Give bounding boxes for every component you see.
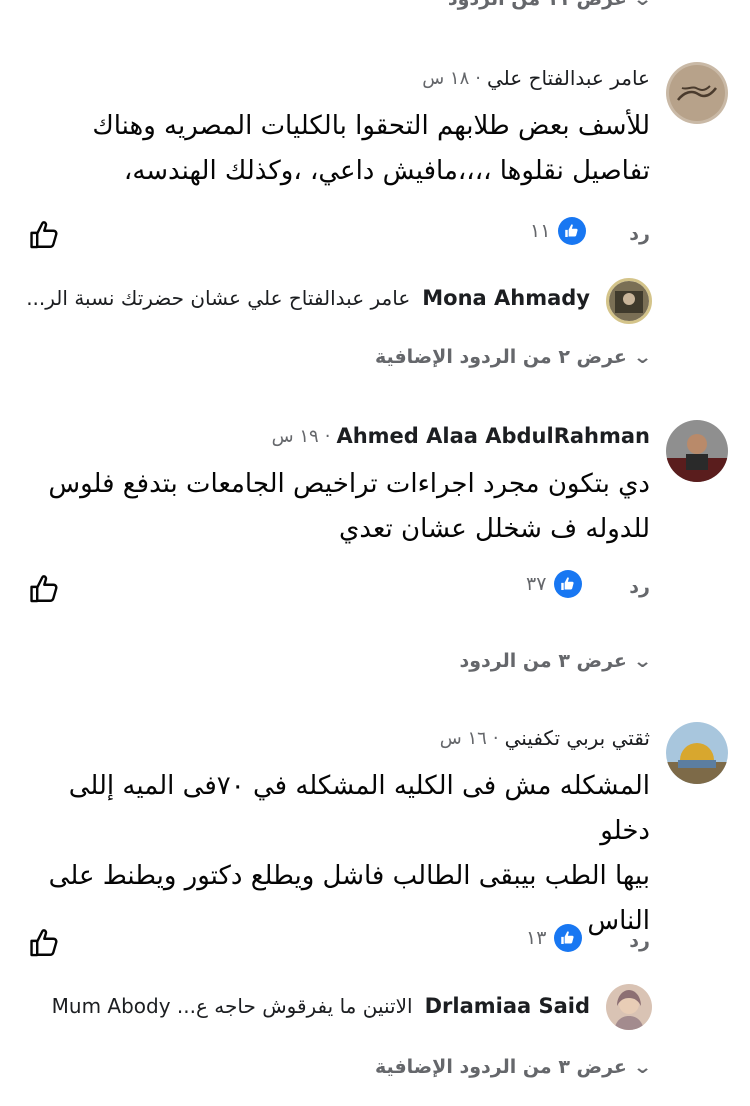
view-more-replies-top[interactable]: ⌄ عرض ١١ من الردود [448, 0, 653, 10]
chevron-down-icon: ⌄ [632, 1056, 653, 1078]
like-button[interactable] [28, 218, 62, 256]
chevron-down-icon: ⌄ [632, 650, 653, 672]
avatar[interactable] [606, 984, 652, 1030]
comment-author[interactable]: Ahmed Alaa AbdulRahman [336, 424, 650, 448]
chevron-down-icon: ⌄ [632, 346, 653, 368]
reply-button[interactable]: رد [629, 930, 650, 952]
avatar[interactable] [606, 278, 652, 324]
view-more-replies[interactable]: ⌄ عرض ٢ من الردود الإضافية [375, 346, 653, 368]
thumbs-up-icon [28, 572, 62, 606]
thumbs-up-icon [28, 926, 62, 960]
like-button[interactable] [28, 572, 62, 610]
avatar[interactable] [666, 62, 728, 124]
comment-text: المشكله مش فى الكليه المشكله في ٧٠فى الم… [48, 771, 650, 936]
reply-preview[interactable]: Mona Ahmady عامر عبدالفتاح علي عشان حضرت… [26, 286, 590, 310]
like-reaction-icon [554, 924, 583, 952]
separator-dot: · [324, 425, 331, 447]
reply-button[interactable]: رد [629, 576, 650, 598]
comment-header: ثقتي بربي تكفيني · ١٦ س [440, 726, 650, 750]
comment-header: Ahmed Alaa AbdulRahman · ١٩ س [272, 424, 650, 448]
comment-author[interactable]: عامر عبدالفتاح علي [487, 66, 650, 90]
comment-author[interactable]: ثقتي بربي تكفيني [505, 726, 650, 750]
reaction-summary[interactable]: ١١ [530, 217, 587, 245]
reply-button[interactable]: رد [629, 223, 650, 245]
view-more-replies[interactable]: ⌄ عرض ٣ من الردود [459, 650, 653, 672]
comment-time: ١٩ س [271, 425, 319, 447]
comment-text: للأسف بعض طلابهم التحقوا بالكليات المصري… [92, 111, 650, 186]
avatar[interactable] [666, 420, 728, 482]
comment-time: ١٦ س [439, 727, 487, 749]
separator-dot: · [475, 67, 481, 89]
reaction-summary[interactable]: ١٣ [526, 924, 583, 952]
comment-time: ١٨ س [422, 67, 470, 89]
view-more-replies[interactable]: ⌄ عرض ٣ من الردود الإضافية [375, 1056, 653, 1078]
like-button[interactable] [28, 926, 62, 964]
thumbs-up-icon [28, 218, 62, 252]
comment-text: دي بتكون مجرد اجراءات تراخيص الجامعات بت… [48, 469, 650, 544]
comment-header: عامر عبدالفتاح علي · ١٨ س [422, 66, 650, 90]
reaction-summary[interactable]: ٣٧ [526, 570, 583, 598]
chevron-down-icon: ⌄ [633, 0, 653, 10]
like-reaction-icon [554, 570, 583, 598]
avatar[interactable] [666, 722, 728, 784]
separator-dot: · [492, 727, 499, 749]
reply-preview[interactable]: Drlamiaa Said الاتنين ما يفرقوش حاجه ع..… [52, 994, 590, 1018]
like-reaction-icon [558, 217, 587, 245]
